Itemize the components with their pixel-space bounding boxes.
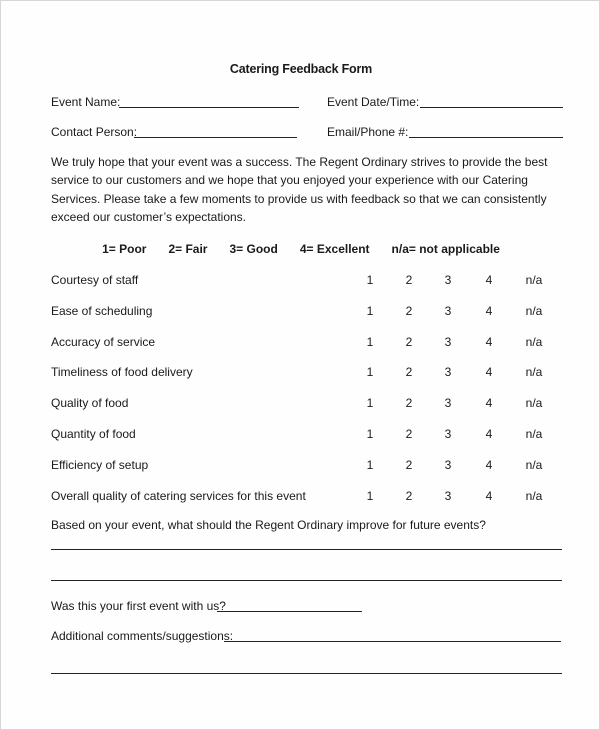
rating-option-2[interactable]: 2 [399, 427, 419, 441]
rating-option-na[interactable]: n/a [524, 304, 544, 318]
rating-option-na[interactable]: n/a [524, 335, 544, 349]
rating-option-2[interactable]: 2 [399, 396, 419, 410]
rating-option-4[interactable]: 4 [479, 335, 499, 349]
email-phone-field[interactable] [409, 137, 563, 138]
rating-row: Courtesy of staff 1 2 3 4 n/a [1, 273, 600, 291]
rating-option-1[interactable]: 1 [360, 396, 380, 410]
rating-question: Efficiency of setup [51, 457, 149, 472]
rating-question: Courtesy of staff [51, 273, 139, 287]
rating-option-na[interactable]: n/a [524, 396, 544, 410]
improve-question: Based on your event, what should the Reg… [51, 518, 486, 532]
rating-scale-legend: 1= Poor 2= Fair 3= Good 4= Excellent n/a… [1, 242, 600, 256]
rating-row: Overall quality of catering services for… [1, 489, 600, 507]
rating-option-3[interactable]: 3 [438, 365, 458, 379]
rating-option-4[interactable]: 4 [479, 489, 499, 503]
contact-person-field[interactable] [134, 137, 297, 138]
first-event-question: Was this your first event with us? [51, 599, 226, 613]
rating-option-2[interactable]: 2 [399, 273, 419, 287]
rating-row: Efficiency of setup 1 2 3 4 n/a [1, 458, 600, 476]
improve-answer-line-1[interactable] [51, 549, 562, 550]
rating-option-2[interactable]: 2 [399, 335, 419, 349]
rating-row: Quantity of food 1 2 3 4 n/a [1, 427, 600, 445]
rating-option-3[interactable]: 3 [438, 396, 458, 410]
rating-option-4[interactable]: 4 [479, 396, 499, 410]
rating-question: Overall quality of catering services for… [51, 488, 306, 503]
rating-option-4[interactable]: 4 [479, 365, 499, 379]
intro-paragraph: We truly hope that your event was a succ… [51, 155, 548, 225]
rating-question: Accuracy of service [51, 334, 156, 349]
rating-option-1[interactable]: 1 [360, 365, 380, 379]
rating-option-3[interactable]: 3 [438, 273, 458, 287]
scale-na: n/a= not applicable [391, 242, 500, 256]
rating-question: Ease of scheduling [51, 303, 153, 318]
rating-option-na[interactable]: n/a [524, 273, 544, 287]
rating-question: Quantity of food [51, 427, 136, 441]
rating-option-na[interactable]: n/a [524, 365, 544, 379]
rating-option-na[interactable]: n/a [524, 427, 544, 441]
form-title: Catering Feedback Form [229, 62, 373, 76]
event-datetime-label: Event Date/Time: [327, 95, 420, 109]
scale-fair: 2= Fair [168, 242, 208, 256]
rating-row: Timeliness of food delivery 1 2 3 4 n/a [1, 365, 600, 383]
rating-option-2[interactable]: 2 [399, 458, 419, 472]
rating-option-3[interactable]: 3 [438, 304, 458, 318]
form-page: Catering Feedback Form Event Name: Event… [0, 0, 600, 730]
rating-question: Timeliness of food delivery [51, 365, 193, 380]
rating-row: Quality of food 1 2 3 4 n/a [1, 396, 600, 414]
comments-label: Additional comments/suggestions: [51, 629, 234, 643]
event-datetime-field[interactable] [420, 107, 563, 108]
rating-option-4[interactable]: 4 [479, 458, 499, 472]
rating-option-3[interactable]: 3 [438, 489, 458, 503]
contact-person-label: Contact Person: [51, 125, 138, 139]
scale-poor: 1= Poor [102, 242, 147, 256]
rating-option-3[interactable]: 3 [438, 427, 458, 441]
rating-row: Ease of scheduling 1 2 3 4 n/a [1, 304, 600, 322]
rating-option-4[interactable]: 4 [479, 427, 499, 441]
event-name-label: Event Name: [51, 95, 121, 109]
scale-excellent: 4= Excellent [299, 242, 370, 256]
rating-option-1[interactable]: 1 [360, 273, 380, 287]
rating-option-2[interactable]: 2 [399, 304, 419, 318]
rating-question: Quality of food [51, 396, 129, 411]
rating-option-3[interactable]: 3 [438, 335, 458, 349]
rating-option-1[interactable]: 1 [360, 489, 380, 503]
rating-option-na[interactable]: n/a [524, 489, 544, 503]
improve-answer-line-2[interactable] [51, 580, 562, 581]
rating-option-4[interactable]: 4 [479, 273, 499, 287]
rating-option-2[interactable]: 2 [399, 489, 419, 503]
rating-option-1[interactable]: 1 [360, 458, 380, 472]
rating-option-2[interactable]: 2 [399, 365, 419, 379]
email-phone-label: Email/Phone #: [327, 125, 409, 139]
rating-option-1[interactable]: 1 [360, 427, 380, 441]
scale-good: 3= Good [229, 242, 278, 256]
rating-option-1[interactable]: 1 [360, 304, 380, 318]
comments-answer-line-1[interactable] [224, 641, 561, 642]
rating-row: Accuracy of service 1 2 3 4 n/a [1, 335, 600, 353]
first-event-answer[interactable] [217, 611, 362, 612]
rating-option-1[interactable]: 1 [360, 335, 380, 349]
rating-option-na[interactable]: n/a [524, 458, 544, 472]
comments-answer-line-2[interactable] [51, 673, 562, 674]
rating-option-4[interactable]: 4 [479, 304, 499, 318]
event-name-field[interactable] [119, 107, 299, 108]
rating-option-3[interactable]: 3 [438, 458, 458, 472]
